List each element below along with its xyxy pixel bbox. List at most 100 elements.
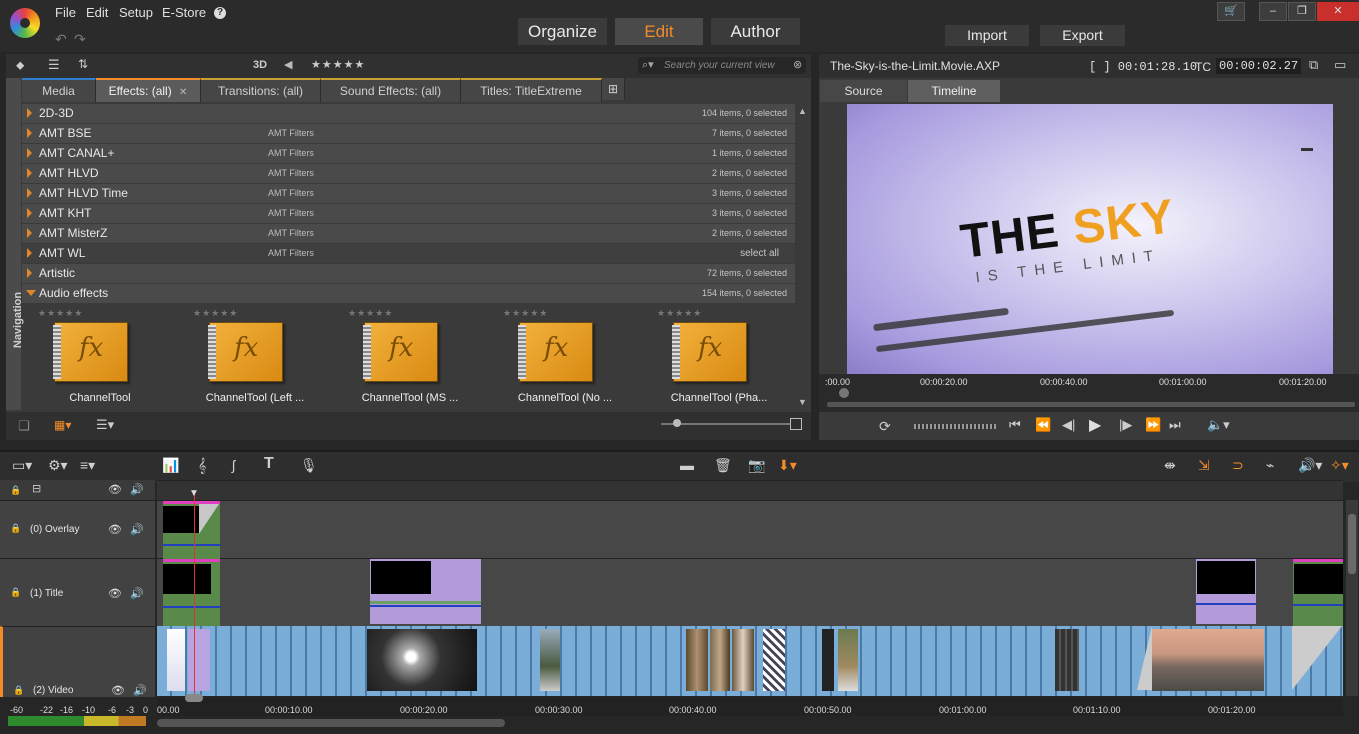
timeline-ruler[interactable] xyxy=(157,698,1343,716)
category-row[interactable]: Artistic 72 items, 0 selected xyxy=(22,264,795,284)
grid-view-icon[interactable]: ▦▾ xyxy=(54,418,71,432)
tab-media[interactable]: Media xyxy=(22,78,96,102)
import-button[interactable]: Import xyxy=(945,25,1029,46)
category-row[interactable]: AMT WL AMT Filters select all xyxy=(22,244,795,264)
redo-icon[interactable]: ↷ xyxy=(74,31,86,48)
video-thumbnail[interactable] xyxy=(1055,629,1079,691)
overlay-clip[interactable] xyxy=(163,501,220,559)
effect-item[interactable]: ★★★★★ fx ChannelTool (Pha... xyxy=(641,308,767,408)
scorefitter-icon[interactable]: 𝄞 xyxy=(198,457,206,474)
maximize-icon[interactable]: ❐ xyxy=(1288,2,1316,21)
audio-scrub-icon[interactable]: 🔊▾ xyxy=(1298,457,1322,474)
detach-icon[interactable]: ▭ xyxy=(1334,57,1346,73)
stereo-3d-toggle[interactable]: 3D xyxy=(253,59,267,71)
filter-icon[interactable]: ◀ xyxy=(284,58,292,71)
select-all-link[interactable]: select all xyxy=(740,248,779,259)
voiceover-icon[interactable]: 🎙 xyxy=(300,457,318,474)
cart-icon[interactable]: 🛒 xyxy=(1217,2,1245,21)
tab-timeline[interactable]: Timeline xyxy=(908,80,1000,102)
minimize-icon[interactable]: – xyxy=(1259,2,1287,21)
eye-icon[interactable]: 👁 xyxy=(108,483,122,496)
shuttle-control[interactable] xyxy=(914,424,996,429)
smart-tools-icon[interactable]: ✧▾ xyxy=(1330,457,1349,474)
effect-item[interactable]: ★★★★★ fx ChannelTool (Left ... xyxy=(177,308,304,408)
help-icon[interactable]: ? xyxy=(214,7,226,19)
trash-icon[interactable]: 🗑 xyxy=(714,457,732,474)
video-thumbnail[interactable] xyxy=(167,629,185,691)
audio-mixer-icon[interactable]: 📊 xyxy=(162,457,179,474)
razor-icon[interactable]: ▬ xyxy=(680,457,694,473)
lock-icon[interactable]: 🔒 xyxy=(10,523,21,534)
speaker-icon[interactable]: 🔊 xyxy=(133,684,147,697)
track-overlay[interactable] xyxy=(157,500,1343,558)
menu-edit[interactable]: Edit xyxy=(86,5,108,20)
track-monitor-icon[interactable]: ⊟ xyxy=(32,482,41,495)
eye-icon[interactable]: 👁 xyxy=(111,684,125,697)
list-view-icon[interactable]: ☰▾ xyxy=(96,417,114,433)
category-row[interactable]: AMT MisterZ AMT Filters 2 items, 0 selecte… xyxy=(22,224,795,244)
tab-titles[interactable]: Titles: TitleExtreme xyxy=(461,78,602,102)
speaker-icon[interactable]: 🔊 xyxy=(130,483,144,496)
effect-item[interactable]: ★★★★★ fx ChannelTool (MS ... xyxy=(332,308,458,408)
speaker-icon[interactable]: 🔊 xyxy=(130,587,144,600)
track-title[interactable] xyxy=(157,558,1343,626)
mode-author[interactable]: Author xyxy=(711,18,800,45)
marker-icon[interactable]: ⬇▾ xyxy=(778,457,797,474)
category-row[interactable]: AMT HLVD AMT Filters 2 items, 0 selected xyxy=(22,164,795,184)
step-forward-icon[interactable]: |▶ xyxy=(1119,417,1132,433)
video-thumbnail[interactable] xyxy=(1152,629,1264,691)
video-thumbnail[interactable] xyxy=(367,629,477,691)
close-icon[interactable]: ✕ xyxy=(1317,2,1359,21)
eye-icon[interactable]: 👁 xyxy=(108,523,122,536)
play-icon[interactable]: ▶ xyxy=(1089,415,1101,435)
category-row[interactable]: 2D-3D 104 items, 0 selected xyxy=(22,104,795,124)
mode-organize[interactable]: Organize xyxy=(518,18,607,45)
rating-filter[interactable]: ★★★★★ xyxy=(311,58,365,71)
tab-source[interactable]: Source xyxy=(820,80,907,102)
tab-transitions[interactable]: Transitions: (all) xyxy=(201,78,321,102)
export-button[interactable]: Export xyxy=(1040,25,1125,46)
timeline-settings-icon[interactable]: ▭▾ xyxy=(12,457,32,474)
loop-icon[interactable]: ⟳ xyxy=(879,418,891,435)
title-clip[interactable] xyxy=(1293,559,1343,627)
video-thumbnail[interactable] xyxy=(822,629,834,691)
tab-sound-effects[interactable]: Sound Effects: (all) xyxy=(321,78,461,102)
video-preview[interactable]: THE SKY IS THE LIMIT xyxy=(847,104,1333,374)
timecode-field[interactable]: 00:00:02.27 xyxy=(1216,58,1302,74)
scroll-up-icon[interactable]: ▲ xyxy=(798,106,807,116)
fullscreen-icon[interactable]: ⧉ xyxy=(1309,57,1318,73)
timeline-zoom-handle[interactable] xyxy=(185,694,203,702)
step-back-icon[interactable]: ◀| xyxy=(1062,417,1075,433)
add-tab-icon[interactable]: ⊞ xyxy=(602,78,625,100)
tag-icon[interactable]: ⬥ xyxy=(16,58,24,73)
close-tab-icon[interactable]: ✕ xyxy=(179,87,187,98)
video-thumbnail[interactable] xyxy=(686,629,708,691)
track-options-icon[interactable]: ≡▾ xyxy=(80,457,95,474)
video-thumbnail[interactable] xyxy=(838,629,858,691)
category-row[interactable]: AMT HLVD Time AMT Filters 3 items, 0 selec… xyxy=(22,184,795,204)
title-clip[interactable] xyxy=(1196,559,1256,624)
split-icon[interactable]: ⇼ xyxy=(1164,457,1176,474)
magnet-icon[interactable]: ⊃ xyxy=(1232,457,1244,474)
previous-icon[interactable]: ⏪ xyxy=(1035,417,1051,433)
list-sort-icon[interactable]: ☰ xyxy=(48,57,60,73)
navigation-strip[interactable]: Navigation xyxy=(6,78,24,410)
speaker-icon[interactable]: 🔊 xyxy=(130,523,144,536)
category-row[interactable]: AMT KHT AMT Filters 3 items, 0 selected xyxy=(22,204,795,224)
app-logo-icon[interactable] xyxy=(10,8,40,38)
track-header-video[interactable]: 🔒 (2) Video 👁 🔊 xyxy=(0,626,155,697)
volume-icon[interactable]: 🔈▾ xyxy=(1207,417,1230,433)
track-header-overlay[interactable]: 🔒 (0) Overlay 👁 🔊 xyxy=(0,500,155,558)
tab-effects[interactable]: Effects: (all) ✕ xyxy=(96,78,201,102)
layers-icon[interactable]: ❏ xyxy=(18,418,30,434)
title-editor-icon[interactable]: T xyxy=(264,455,274,473)
search-box[interactable]: ⌕▾ Search your current view ⊗ xyxy=(638,57,806,74)
lock-icon[interactable]: 🔒 xyxy=(10,587,21,598)
menu-file[interactable]: File xyxy=(55,5,76,20)
player-playhead[interactable] xyxy=(839,388,849,398)
video-thumbnail[interactable] xyxy=(188,629,210,691)
scroll-thumb[interactable] xyxy=(1348,514,1356,574)
video-thumbnail[interactable] xyxy=(710,629,730,691)
playhead-handle-icon[interactable]: ▼ xyxy=(189,488,199,499)
timeline-vertical-scrollbar[interactable] xyxy=(1346,500,1358,696)
